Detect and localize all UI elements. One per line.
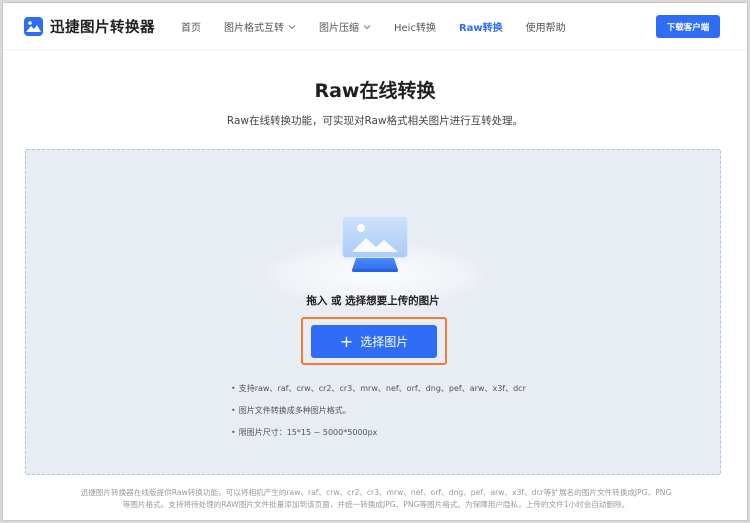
brand-name: 迅捷图片转换器	[50, 20, 155, 36]
requirement-item: 支持raw、raf、crw、cr2、cr3、mrw、nef、orf、dng、pe…	[231, 383, 526, 394]
upload-requirements: 支持raw、raf、crw、cr2、cr3、mrw、nef、orf、dng、pe…	[231, 383, 526, 449]
requirement-item: 限图片尺寸：15*15 ~ 5000*5000px	[231, 427, 526, 438]
plus-icon: +	[339, 331, 354, 351]
main-nav: 首页 图片格式互转 图片压缩 Heic转换 Raw转换 使用帮助	[181, 3, 589, 50]
requirement-item: 图片文件转换成多种图片格式。	[231, 405, 526, 416]
page-subtitle: Raw在线转换功能，可实现对Raw格式相关图片进行互转处理。	[226, 115, 524, 127]
download-client-button[interactable]: 下载客户端	[656, 15, 720, 38]
nav-item-home[interactable]: 首页	[181, 3, 201, 50]
logo-image-icon	[24, 17, 43, 36]
nav-item-label: 使用帮助	[525, 23, 566, 34]
nav-item-label: 首页	[181, 23, 201, 34]
upload-image-icon	[341, 215, 409, 272]
top-header: 迅捷图片转换器 首页 图片格式互转 图片压缩 Heic转换 Raw转换 使用帮助	[3, 3, 747, 50]
footer-line: 等图片格式。支持将待处理的RAW图片文件批量添加到该页面，并统一转换成JPG、P…	[122, 500, 630, 509]
footer-line: 迅捷图片转换器在线版提供Raw转换功能，可以将相机产生的raw、raf、crw、…	[80, 488, 672, 497]
chevron-down-icon	[288, 24, 296, 29]
footer-description: 迅捷图片转换器在线版提供Raw转换功能，可以将相机产生的raw、raf、crw、…	[53, 487, 699, 511]
chevron-down-icon	[363, 24, 371, 29]
nav-item-raw[interactable]: Raw转换	[459, 3, 503, 50]
nav-item-label: Raw转换	[458, 23, 503, 34]
nav-item-label: 图片格式互转	[224, 23, 284, 34]
nav-item-format-convert[interactable]: 图片格式互转	[224, 3, 296, 50]
drop-instruction: 拖入 或 选择想要上传的图片	[306, 295, 440, 307]
select-image-button[interactable]: + 选择图片	[311, 325, 437, 358]
nav-item-label: Heic转换	[394, 23, 436, 34]
nav-item-label: 图片压缩	[319, 23, 359, 34]
nav-item-compress[interactable]: 图片压缩	[319, 3, 371, 50]
nav-item-heic[interactable]: Heic转换	[394, 3, 436, 50]
app-window: 迅捷图片转换器 首页 图片格式互转 图片压缩 Heic转换 Raw转换 使用帮助	[2, 2, 748, 521]
nav-item-help[interactable]: 使用帮助	[526, 3, 566, 50]
brand-logo[interactable]: 迅捷图片转换器	[24, 16, 155, 37]
page-title: Raw在线转换	[314, 80, 436, 102]
select-image-label: 选择图片	[360, 335, 409, 349]
upload-drop-zone[interactable]: 拖入 或 选择想要上传的图片 + 选择图片 支持raw、raf、crw、cr2、…	[25, 149, 721, 475]
